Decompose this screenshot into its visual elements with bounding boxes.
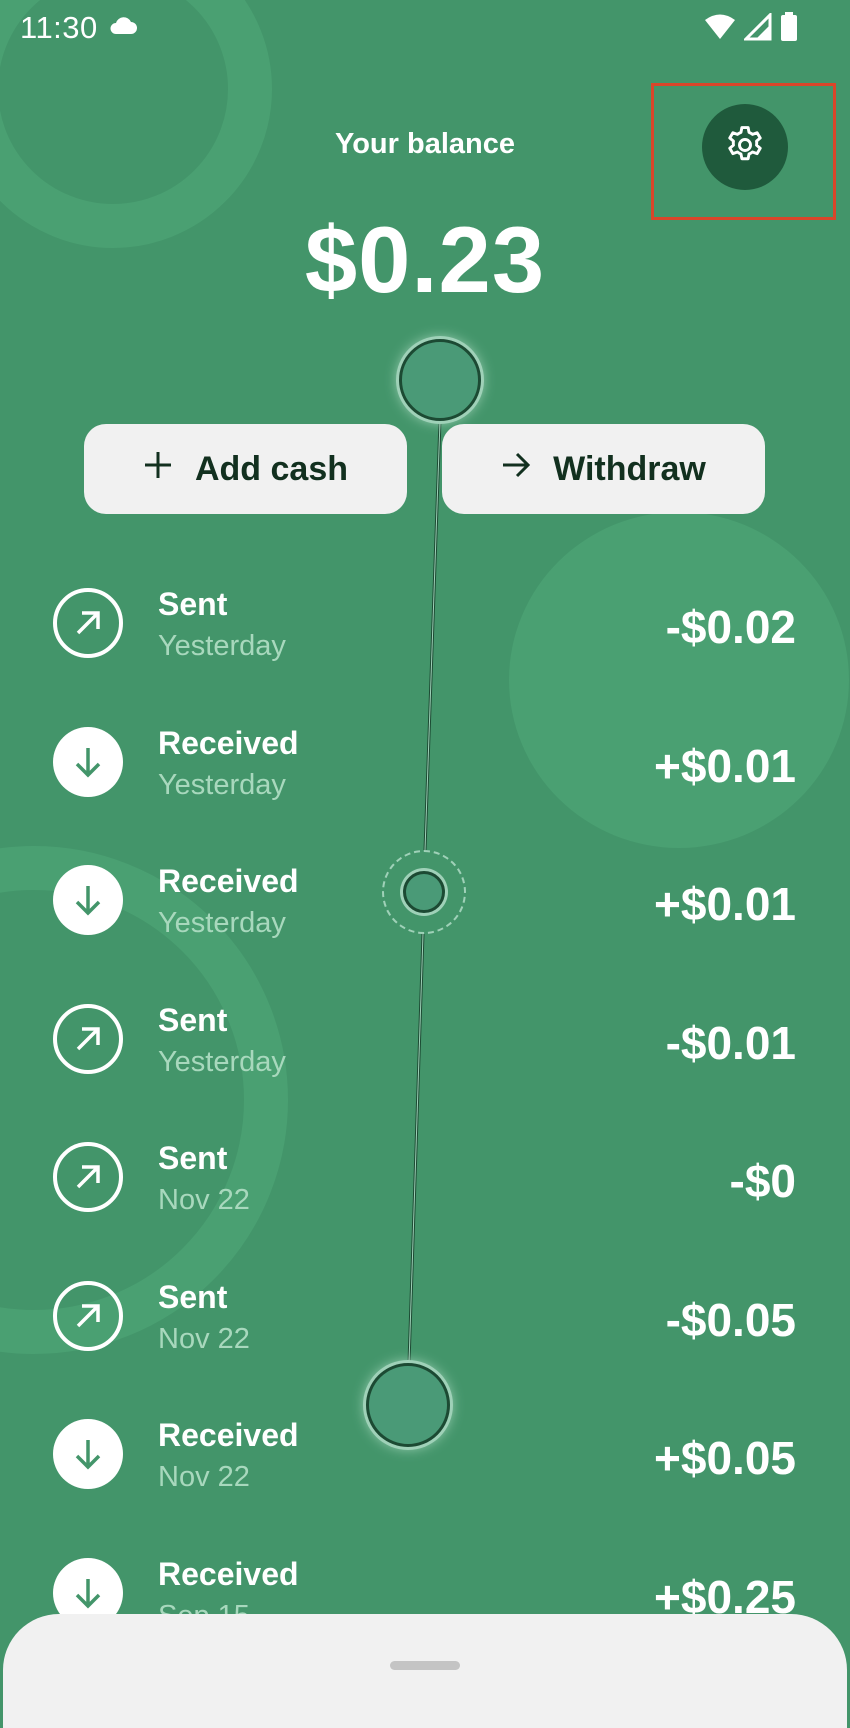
transaction-date: Yesterday <box>158 768 286 801</box>
transaction-amount: -$0 <box>729 1155 796 1207</box>
transaction-type: Sent <box>158 1278 228 1315</box>
wallet-screen: 11:30 Your balance $0.23 Add cash Withdr… <box>0 0 850 1728</box>
transaction-type: Received <box>158 1555 299 1592</box>
transaction-amount: -$0.02 <box>665 601 796 653</box>
transaction-type: Received <box>158 863 299 899</box>
transaction-row[interactable]: Received Nov 22 +$0.05 <box>0 1387 850 1525</box>
arrow-up-right-icon <box>53 1142 123 1212</box>
arrow-up-right-icon <box>53 1003 123 1074</box>
add-cash-label: Add cash <box>194 449 349 488</box>
transaction-type: Received <box>158 724 299 761</box>
transaction-amount: +$0.05 <box>654 1432 796 1484</box>
transaction-row[interactable]: Received Yesterday +$0.01 <box>0 695 850 833</box>
transaction-type: Sent <box>158 1001 228 1038</box>
arrow-up-right-icon <box>53 588 123 658</box>
transaction-amount: +$0.01 <box>654 878 796 930</box>
transaction-date: Yesterday <box>158 1045 286 1078</box>
transaction-row[interactable]: Sent Nov 22 -$0.05 <box>0 1249 850 1387</box>
transaction-date: Nov 22 <box>158 1184 250 1216</box>
arrow-down-icon <box>53 865 123 935</box>
transaction-date: Nov 22 <box>158 1322 250 1355</box>
transaction-row[interactable]: Received Yesterday +$0.01 <box>0 833 850 971</box>
transaction-amount: +$0.01 <box>654 739 796 792</box>
transaction-type: Sent <box>158 586 228 622</box>
transaction-row[interactable]: Sent Yesterday -$0.02 <box>0 556 850 694</box>
arrow-down-icon <box>53 726 123 797</box>
transaction-type: Sent <box>158 1140 228 1176</box>
withdraw-button[interactable]: Withdraw <box>442 424 765 514</box>
sheet-drag-handle[interactable] <box>390 1661 460 1670</box>
transaction-date: Yesterday <box>158 907 286 939</box>
transaction-type: Received <box>158 1417 299 1453</box>
arrow-up-right-icon <box>53 1280 123 1351</box>
arrow-down-icon <box>53 1419 123 1489</box>
transaction-row[interactable]: Sent Yesterday -$0.01 <box>0 972 850 1110</box>
transaction-amount: -$0.05 <box>665 1293 796 1346</box>
add-cash-button[interactable]: Add cash <box>84 424 407 514</box>
transaction-date: Nov 22 <box>158 1461 250 1493</box>
transaction-date: Yesterday <box>158 630 286 662</box>
bottom-sheet[interactable] <box>3 1614 847 1728</box>
arrow-right-icon <box>501 450 531 489</box>
transaction-row[interactable]: Sent Nov 22 -$0 <box>0 1110 850 1248</box>
withdraw-label: Withdraw <box>553 449 706 488</box>
plus-icon <box>143 450 173 489</box>
transaction-amount: -$0.01 <box>665 1016 796 1069</box>
drag-handle-top[interactable] <box>399 339 481 421</box>
